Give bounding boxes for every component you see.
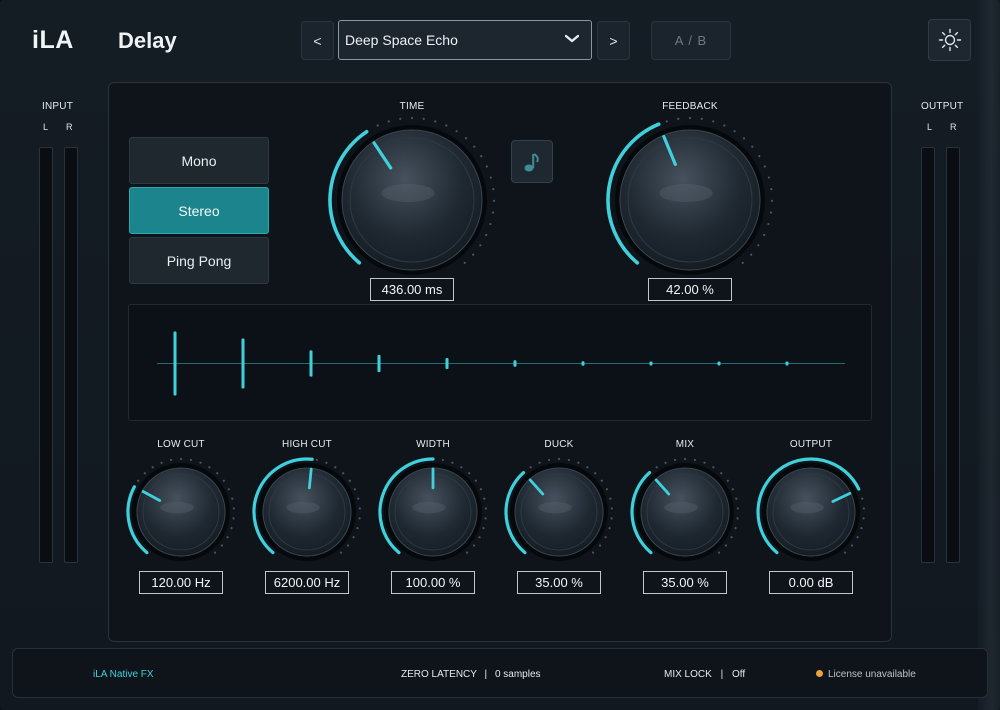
resize-grip[interactable]: [978, 0, 1000, 710]
width-label: WIDTH: [416, 439, 450, 450]
duck-knob[interactable]: [499, 455, 619, 565]
width-knob[interactable]: [373, 455, 493, 565]
music-note-icon: [524, 152, 539, 171]
input-left-label: L: [43, 122, 49, 132]
output-right-label: R: [950, 122, 957, 132]
chevron-down-icon: [565, 34, 579, 43]
mix-lock-status[interactable]: MIX LOCK | Off: [664, 669, 745, 680]
mix-lock-label: MIX LOCK: [664, 669, 712, 680]
echo-tap: [309, 350, 313, 377]
plugin-window: iLA Delay < Deep Space Echo > A / B INPU…: [0, 0, 1000, 710]
theme-toggle-button[interactable]: [928, 19, 971, 61]
duck-label: DUCK: [544, 439, 574, 450]
plugin-name: Delay: [118, 28, 177, 53]
mix-knob[interactable]: [625, 455, 745, 565]
mode-mono-button[interactable]: Mono: [129, 137, 269, 184]
time-value[interactable]: 436.00 ms: [370, 278, 454, 301]
width-value[interactable]: 100.00 %: [391, 571, 475, 594]
echo-tap: [717, 361, 721, 366]
high-cut-knob[interactable]: [247, 455, 367, 565]
footer-brand: iLA Native FX: [93, 669, 154, 680]
sun-icon: [938, 28, 961, 52]
echo-tap: [377, 354, 381, 373]
latency-status: ZERO LATENCY | 0 samples: [401, 669, 541, 680]
input-meter-right: [64, 147, 78, 563]
brand-logo: iLA: [32, 26, 74, 54]
time-knob[interactable]: [322, 110, 502, 290]
output-meter-left: [921, 147, 935, 563]
mix-label: MIX: [675, 439, 695, 450]
echo-tap: [241, 338, 245, 389]
next-preset-button[interactable]: >: [597, 21, 630, 60]
output-meter-title: OUTPUT: [921, 101, 964, 112]
high-cut-value[interactable]: 6200.00 Hz: [265, 571, 349, 594]
low-cut-value[interactable]: 120.00 Hz: [139, 571, 223, 594]
output-label: OUTPUT: [789, 439, 833, 450]
echo-tap: [173, 331, 177, 396]
echo-tap: [785, 361, 789, 366]
preset-name: Deep Space Echo: [345, 32, 458, 48]
low-cut-knob[interactable]: [121, 455, 241, 565]
ab-compare-button[interactable]: A / B: [651, 21, 731, 60]
feedback-value[interactable]: 42.00 %: [648, 278, 732, 301]
output-value[interactable]: 0.00 dB: [769, 571, 853, 594]
echo-tap: [649, 361, 653, 366]
prev-preset-button[interactable]: <: [301, 21, 334, 60]
license-status-dot: [816, 670, 823, 677]
latency-label: ZERO LATENCY: [401, 669, 477, 680]
status-bar: iLA Native FX ZERO LATENCY | 0 samples M…: [12, 648, 988, 698]
low-cut-label: LOW CUT: [157, 439, 205, 450]
mix-value[interactable]: 35.00 %: [643, 571, 727, 594]
mix-lock-value: Off: [731, 669, 746, 680]
high-cut-label: HIGH CUT: [282, 439, 332, 450]
input-meter-title: INPUT: [42, 101, 73, 112]
license-text: License unavailable: [828, 669, 916, 680]
input-meter-left: [39, 147, 53, 563]
output-left-label: L: [927, 122, 933, 132]
license-status: License unavailable: [816, 669, 916, 680]
mode-stereo-button[interactable]: Stereo: [129, 187, 269, 234]
output-knob[interactable]: [751, 455, 871, 565]
preset-dropdown[interactable]: Deep Space Echo: [338, 20, 592, 60]
input-right-label: R: [66, 122, 73, 132]
mode-ping-pong-button[interactable]: Ping Pong: [129, 237, 269, 284]
echo-display: [128, 304, 872, 421]
output-meter-right: [946, 147, 960, 563]
high-cut-pointer: [307, 467, 313, 490]
duck-value[interactable]: 35.00 %: [517, 571, 601, 594]
tempo-sync-button[interactable]: [511, 140, 553, 183]
latency-value: 0 samples: [494, 669, 541, 680]
echo-tap: [581, 361, 585, 366]
echo-tap: [513, 360, 517, 367]
echo-tap: [445, 358, 449, 369]
feedback-knob[interactable]: [600, 110, 780, 290]
